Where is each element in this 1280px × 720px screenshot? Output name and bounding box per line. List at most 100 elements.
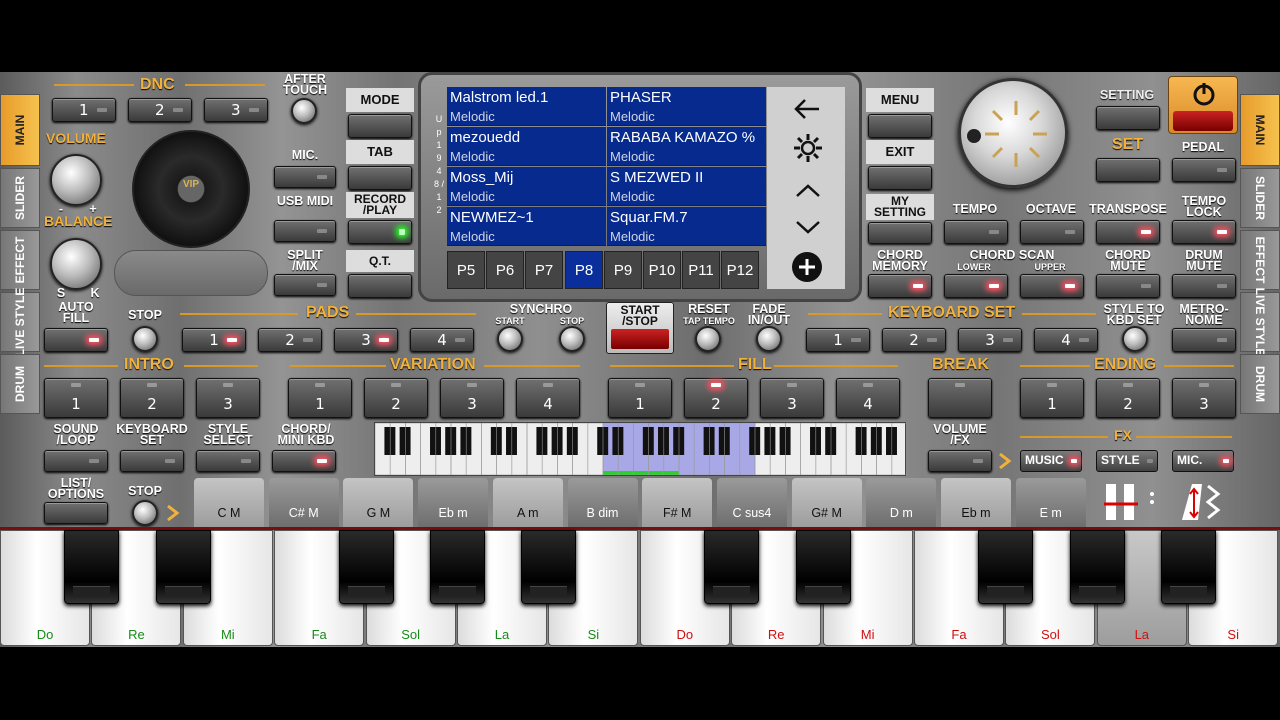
tab-effect-left[interactable]: EFFECT (0, 230, 40, 290)
mode-button[interactable] (348, 114, 412, 138)
synchro-stop-knob[interactable] (559, 326, 585, 352)
black-key[interactable] (64, 530, 120, 604)
chord-button[interactable]: G M (343, 478, 414, 528)
black-key[interactable] (338, 530, 394, 604)
sound-cell[interactable]: PHASER Melodic (607, 87, 766, 126)
chord-mini-kbd-button[interactable] (272, 450, 336, 472)
page-p5-button[interactable]: P5 (447, 251, 485, 289)
sound-cell[interactable]: NEWMEZ~1 Melodic (447, 207, 606, 246)
sound-loop-button[interactable] (44, 450, 108, 472)
chord-button[interactable]: Eb m (418, 478, 489, 528)
black-key[interactable] (978, 530, 1034, 604)
volume-fx-button[interactable] (928, 450, 992, 472)
tab-button[interactable] (348, 166, 412, 190)
kbd-set-2-button[interactable]: 2 (882, 328, 946, 352)
chord-scan-lower-button[interactable] (944, 274, 1008, 298)
fill-4-button[interactable]: 4 (836, 378, 900, 418)
dnc-2-button[interactable]: 2 (128, 98, 192, 122)
pad-3-button[interactable]: 3 (334, 328, 398, 352)
page-p9-button[interactable]: P9 (604, 251, 642, 289)
menu-button[interactable] (868, 114, 932, 138)
after-touch-knob[interactable] (291, 98, 317, 124)
page-p7-button[interactable]: P7 (525, 251, 563, 289)
black-key[interactable] (704, 530, 760, 604)
tab-live-style-right[interactable]: LIVE STYLE (1240, 288, 1280, 356)
ending-1-button[interactable]: 1 (1020, 378, 1084, 418)
dnc-1-button[interactable]: 1 (52, 98, 116, 122)
fill-2-button[interactable]: 2 (684, 378, 748, 418)
record-play-button[interactable] (348, 220, 412, 244)
keyboard-resize-icon[interactable] (1172, 480, 1232, 524)
page-p12-button[interactable]: P12 (721, 251, 759, 289)
fx-style-button[interactable]: STYLE (1096, 450, 1158, 472)
intro-1-button[interactable]: 1 (44, 378, 108, 418)
page-p11-button[interactable]: P11 (682, 251, 720, 289)
tab-effect-right[interactable]: EFFECT (1240, 230, 1280, 290)
list-options-button[interactable] (44, 502, 108, 524)
chevron-down-icon[interactable] (795, 219, 821, 235)
chord-button[interactable]: C M (194, 478, 264, 528)
stop2-knob[interactable] (132, 500, 158, 526)
kbd-set-1-button[interactable]: 1 (806, 328, 870, 352)
kbd-set-3-button[interactable]: 3 (958, 328, 1022, 352)
chord-button[interactable]: G# M (791, 478, 862, 528)
chord-button[interactable]: C# M (268, 478, 339, 528)
sound-cell[interactable]: Malstrom led.1 Melodic (447, 87, 606, 126)
style-select-button[interactable] (196, 450, 260, 472)
tab-drum-left[interactable]: DRUM (0, 354, 40, 414)
chord-button[interactable]: F# M (642, 478, 713, 528)
sound-cell[interactable]: mezouedd Melodic (447, 127, 606, 166)
dnc-3-button[interactable]: 3 (204, 98, 268, 122)
tab-slider-left[interactable]: SLIDER (0, 168, 40, 228)
synchro-start-knob[interactable] (497, 326, 523, 352)
set-button[interactable] (1096, 158, 1160, 182)
variation-3-button[interactable]: 3 (440, 378, 504, 418)
black-key[interactable] (1161, 530, 1217, 604)
sound-cell[interactable]: RABABA KAMAZO % Melodic (607, 127, 766, 166)
chevron-up-icon[interactable] (795, 183, 821, 199)
auto-fill-button[interactable] (44, 328, 108, 352)
fill-1-button[interactable]: 1 (608, 378, 672, 418)
variation-1-button[interactable]: 1 (288, 378, 352, 418)
chord-memory-button[interactable] (868, 274, 932, 298)
black-key[interactable] (155, 530, 211, 604)
tab-main-right[interactable]: MAIN (1240, 94, 1280, 166)
volume-knob[interactable] (50, 154, 102, 206)
tab-slider-right[interactable]: SLIDER (1240, 168, 1280, 228)
exit-button[interactable] (868, 166, 932, 190)
ending-3-button[interactable]: 3 (1172, 378, 1236, 418)
keyboard-set-button[interactable] (120, 450, 184, 472)
kbd-set-4-button[interactable]: 4 (1034, 328, 1098, 352)
fx-music-button[interactable]: MUSIC (1020, 450, 1082, 472)
variation-4-button[interactable]: 4 (516, 378, 580, 418)
octave-button[interactable] (1020, 220, 1084, 244)
split-keyboard-icon[interactable] (1100, 480, 1160, 524)
tab-live-style-left[interactable]: LIVE STYLE (0, 288, 40, 356)
tempo-lock-button[interactable] (1172, 220, 1236, 244)
style-to-kbd-knob[interactable] (1122, 326, 1148, 352)
pedal-button[interactable] (1172, 158, 1236, 182)
tab-main-left[interactable]: MAIN (0, 94, 40, 166)
jog-disc[interactable]: VIP (132, 130, 250, 248)
balance-knob[interactable] (50, 238, 102, 290)
sound-cell[interactable]: Moss_Mij Melodic (447, 167, 606, 206)
black-key[interactable] (521, 530, 577, 604)
stop-knob[interactable] (132, 326, 158, 352)
chord-mute-button[interactable] (1096, 274, 1160, 298)
chord-button[interactable]: B dim (567, 478, 638, 528)
split-mix-button[interactable] (274, 274, 336, 296)
fx-mic-button[interactable]: MIC. (1172, 450, 1234, 472)
chord-button[interactable]: E m (1015, 478, 1086, 528)
gear-icon[interactable] (791, 131, 825, 165)
intro-3-button[interactable]: 3 (196, 378, 260, 418)
pad-2-button[interactable]: 2 (258, 328, 322, 352)
mini-keyboard[interactable] (374, 422, 907, 476)
my-setting-button[interactable] (868, 222, 932, 244)
transpose-button[interactable] (1096, 220, 1160, 244)
page-p6-button[interactable]: P6 (486, 251, 524, 289)
ending-2-button[interactable]: 2 (1096, 378, 1160, 418)
chord-button[interactable]: C sus4 (716, 478, 787, 528)
back-arrow-icon[interactable] (793, 97, 821, 121)
chord-button[interactable]: A m (492, 478, 563, 528)
chord-button[interactable]: Eb m (941, 478, 1011, 528)
